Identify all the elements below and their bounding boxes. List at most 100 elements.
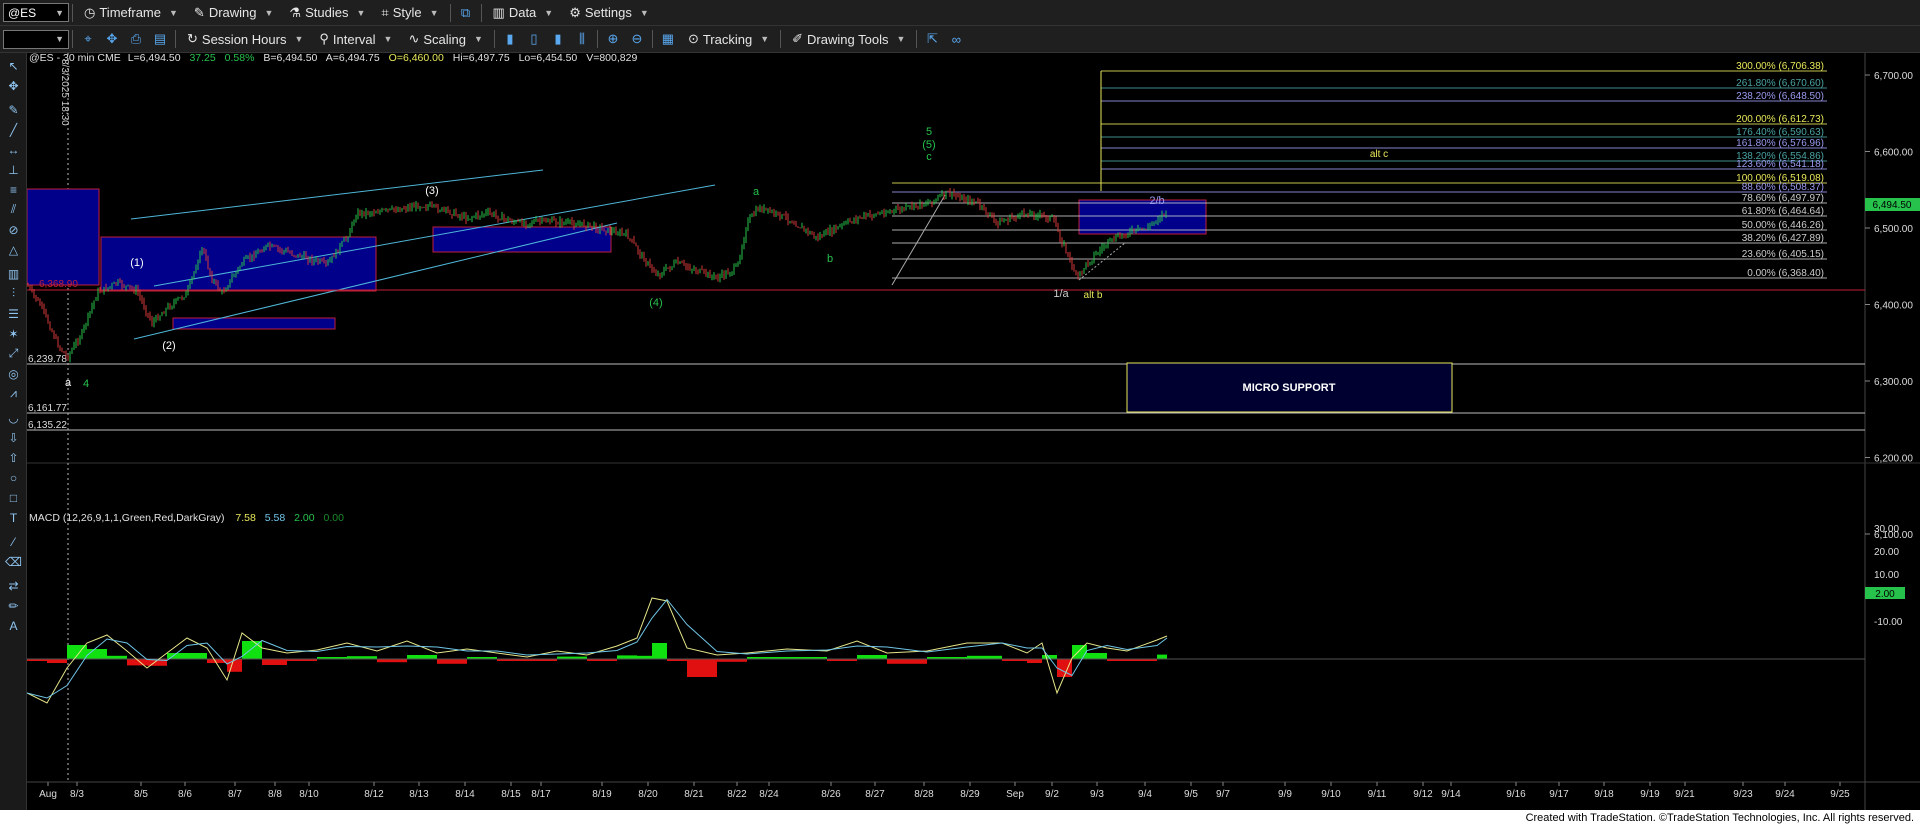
link-icon[interactable]: ∞ [947, 30, 965, 48]
arrow-down-icon[interactable]: ⇩ [4, 429, 23, 446]
price-tick-label: 6,200.00 [1874, 454, 1913, 465]
date-tick-label: 9/24 [1775, 789, 1795, 800]
timeframe-button[interactable]: ◷ Timeframe ▼ [76, 0, 186, 25]
drawing-button[interactable]: ✎ Drawing ▼ [186, 0, 282, 25]
export-icon[interactable]: ⇱ [923, 30, 941, 48]
price-tick-label: 6,400.00 [1874, 301, 1913, 312]
ellipse-icon[interactable]: ○ [4, 469, 23, 486]
eraser-icon[interactable]: ⌫ [4, 553, 23, 570]
fib-label: 300.00% (6,706.38) [1736, 61, 1824, 72]
chevron-down-icon: ▼ [639, 7, 649, 18]
fib-label: 61.80% (6,464.64) [1742, 206, 1824, 217]
workspace-select[interactable]: ▼ [3, 29, 69, 49]
speed-lines-icon[interactable]: ⤢ [4, 345, 23, 362]
date-tick-label: 9/11 [1368, 789, 1387, 800]
date-tick-label: 8/24 [759, 789, 779, 800]
macd-label: MACD (12,26,9,1,1,Green,Red,DarkGray) [29, 512, 225, 524]
pencil-tool-icon[interactable]: ✎ [4, 101, 23, 118]
tracking-button[interactable]: ⊙ Tracking ▼ [680, 26, 777, 52]
pointer-icon[interactable]: ↖ [4, 57, 23, 74]
wave-label-1: (1) [130, 257, 143, 269]
date-tick-label: 9/17 [1549, 789, 1569, 800]
date-marker-label: 8/3/2025 18:30 [59, 59, 70, 126]
fib-icon[interactable]: ⊘ [4, 221, 23, 238]
zoom-in-icon[interactable]: ⊕ [604, 30, 622, 48]
horizontal-arrows-icon[interactable]: ↔ [4, 141, 23, 158]
date-tick-label: 8/19 [592, 789, 612, 800]
wave-label-5: 5 [926, 126, 932, 138]
macd-tick-label: 30.00 [1874, 524, 1899, 535]
settings-button[interactable]: ⚙ Settings ▼ [561, 0, 657, 25]
header-ask: A=6,494.75 [326, 53, 380, 64]
macd-signal-value: 5.58 [265, 512, 286, 524]
chevron-down-icon[interactable]: ▼ [55, 8, 64, 18]
date-tick-label: 9/10 [1321, 789, 1341, 800]
separator [780, 30, 782, 48]
date-tick-label: 8/8 [268, 789, 282, 800]
arc-icon[interactable]: ◡ [4, 409, 23, 426]
arrow-up-icon[interactable]: ⇧ [4, 449, 23, 466]
text-icon[interactable]: T [4, 509, 23, 526]
compare-chart-icon[interactable]: ⫼ [573, 30, 591, 48]
date-tick-label: 9/19 [1640, 789, 1660, 800]
macd-hist-bar [227, 659, 242, 672]
wave-label-1a: 1/a [1053, 288, 1069, 300]
line-tool-icon[interactable]: ⁄ [4, 533, 23, 550]
fib-retracement-icon[interactable]: ☰ [4, 305, 23, 322]
paint-icon[interactable]: ✏ [4, 597, 23, 614]
macd-diff-extra: 0.00 [324, 512, 345, 524]
windows-icon[interactable]: ⧉ [457, 4, 475, 22]
gann-fan-icon[interactable]: ✶ [4, 325, 23, 342]
bar-chart-icon[interactable]: ▮ [501, 30, 519, 48]
style-button[interactable]: ⌗ Style ▼ [373, 0, 446, 25]
fib-label: 78.60% (6,497.97) [1742, 193, 1824, 204]
rectangle-icon[interactable]: □ [4, 489, 23, 506]
clock-icon: ◷ [84, 4, 96, 20]
crosshair-tool-icon[interactable]: ✥ [4, 77, 23, 94]
separator [72, 3, 73, 22]
studies-button[interactable]: ⚗ Studies ▼ [281, 0, 373, 25]
wave-label-3: (3) [425, 185, 438, 197]
macd-hist-bar [687, 659, 717, 677]
price-chart[interactable]: @ES - 30 min CME L=6,494.50 37.25 0.58% … [27, 53, 1920, 810]
chart-icon[interactable]: ▤ [151, 30, 169, 48]
triangle-icon[interactable]: △ [4, 241, 23, 258]
scaling-button[interactable]: ∿ Scaling ▼ [400, 26, 490, 52]
data-label: Data [508, 5, 537, 20]
chevron-down-icon[interactable]: ▼ [55, 34, 64, 44]
cursor-icon[interactable]: ⌖ [79, 30, 97, 48]
header-volume: V=800,829 [586, 53, 637, 64]
timeframe-label: Timeframe [99, 5, 161, 20]
parallel-lines-icon[interactable]: ⫽ [4, 201, 23, 218]
wave-label-2b: 2/b [1149, 195, 1164, 207]
symbol-input[interactable]: @ES ▼ [3, 3, 69, 22]
candle-chart-icon[interactable]: ▯ [525, 30, 543, 48]
drawing-tools-button[interactable]: ✐ Drawing Tools ▼ [784, 26, 913, 52]
zoom-out-icon[interactable]: ⊖ [628, 30, 646, 48]
wave-label-4: (4) [649, 297, 662, 309]
price-tick-label: 6,300.00 [1874, 377, 1913, 388]
bars-icon[interactable]: ▥ [4, 265, 23, 282]
data-button[interactable]: ▥ Data ▼ [485, 0, 562, 25]
fib-label: 50.00% (6,446.26) [1742, 220, 1824, 231]
fib-extension-icon[interactable]: ⫶ [4, 285, 23, 302]
fib-label: 0.00% (6,368.40) [1747, 268, 1824, 279]
trendline-icon[interactable]: ╱ [4, 121, 23, 138]
grid-icon[interactable]: ▦ [659, 30, 677, 48]
crosshair-icon[interactable]: ✥ [103, 30, 121, 48]
header-change-pct: 0.58% [225, 53, 255, 64]
vertical-line-icon[interactable]: ⊥ [4, 161, 23, 178]
regression-icon[interactable]: ⩘ [4, 385, 23, 402]
session-hours-button[interactable]: ↻ Session Hours ▼ [179, 26, 311, 52]
cycle-icon[interactable]: ◎ [4, 365, 23, 382]
print-icon[interactable]: ⎙ [127, 30, 145, 48]
line-chart-icon[interactable]: ▮ [549, 30, 567, 48]
macd-hist-bar [887, 659, 927, 664]
wave-label-a-green: a [753, 186, 760, 198]
macd-current-text: 2.00 [1875, 589, 1895, 600]
arrows-icon[interactable]: ⇄ [4, 577, 23, 594]
text-label-icon[interactable]: A [4, 617, 23, 634]
channel-icon[interactable]: ≡ [4, 181, 23, 198]
drawing-toolbar: ↖ ✥ ✎ ╱ ↔ ⊥ ≡ ⫽ ⊘ △ ▥ ⫶ ☰ ✶ ⤢ ◎ ⩘ ◡ ⇩ ⇧ … [0, 53, 27, 810]
interval-button[interactable]: ⚲ Interval ▼ [311, 26, 400, 52]
